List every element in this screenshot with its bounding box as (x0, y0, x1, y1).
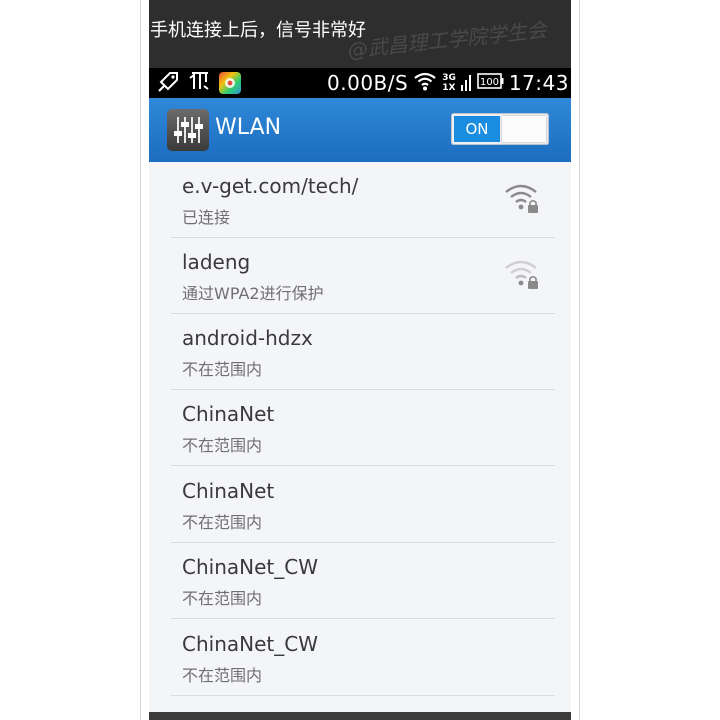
network-status: 通过WPA2进行保护 (182, 284, 324, 303)
network-item[interactable]: ladeng 通过WPA2进行保护 (171, 238, 555, 314)
network-item[interactable]: ChinaNet_CW 不在范围内 (171, 620, 555, 696)
network-item[interactable]: e.v-get.com/tech/ 已连接 (171, 162, 555, 238)
network-ssid: ChinaNet_CW (182, 632, 318, 656)
battery-icon: 100 (476, 72, 504, 94)
network-status: 不在范围内 (182, 436, 263, 455)
app-notification-icon (219, 72, 241, 94)
network-3g-label: 3G (442, 73, 456, 83)
settings-equalizer-icon[interactable] (167, 109, 209, 151)
caption-bar: 手机连接上后，信号非常好 @武昌理工学院学生会 (149, 0, 571, 68)
caption-text: 手机连接上后，信号非常好 (150, 20, 366, 41)
usb-debug-icon (188, 70, 212, 96)
wifi-signal-weak-lock-icon (503, 257, 541, 293)
network-list: e.v-get.com/tech/ 已连接 ladeng 通过WPA2进行保护 (149, 162, 571, 712)
toggle-on-label: ON (454, 116, 500, 142)
network-item[interactable]: ChinaNet_CW 不在范围内 (171, 543, 555, 619)
network-ssid: ChinaNet_CW (182, 555, 318, 579)
network-ssid: ChinaNet (182, 479, 275, 503)
network-ssid: android-hdzx (182, 326, 313, 350)
wifi-status-icon (413, 70, 437, 96)
network-status: 不在范围内 (182, 360, 263, 379)
status-bar-indicators: 0.00B/S 3G 1X 100 17:43 (327, 68, 569, 98)
watermark: @武昌理工学院学生会 (346, 17, 548, 63)
wlan-toggle[interactable]: ON (451, 113, 549, 145)
action-bar: WLAN ON (149, 98, 571, 162)
network-status: 不在范围内 (182, 513, 263, 532)
network-item[interactable]: ChinaNet 不在范围内 (171, 390, 555, 466)
network-status: 已连接 (182, 208, 231, 227)
page-title: WLAN (215, 115, 282, 140)
wifi-signal-lock-icon (503, 181, 541, 217)
network-ssid: e.v-get.com/tech/ (182, 174, 359, 198)
toggle-thumb[interactable] (502, 116, 546, 142)
mobile-network-indicator: 3G 1X (442, 73, 456, 93)
network-item[interactable]: android-hdzx 不在范围内 (171, 314, 555, 390)
network-status: 不在范围内 (182, 589, 263, 608)
status-bar-notifications (157, 71, 241, 95)
network-status: 不在范围内 (182, 666, 263, 685)
signal-bars-icon (460, 71, 471, 95)
tag-icon (157, 70, 181, 96)
battery-level: 100 (480, 77, 499, 88)
navigation-bar (149, 712, 571, 720)
network-ssid: ladeng (182, 250, 251, 274)
network-item[interactable]: ChinaNet 不在范围内 (171, 467, 555, 543)
network-speed: 0.00B/S (327, 71, 409, 95)
phone-screenshot: 手机连接上后，信号非常好 @武昌理工学院学生会 0.00B/S 3G 1X 10… (149, 0, 571, 720)
clock: 17:43 (508, 71, 569, 95)
network-1x-label: 1X (442, 83, 456, 93)
network-ssid: ChinaNet (182, 402, 275, 426)
status-bar: 0.00B/S 3G 1X 100 17:43 (149, 68, 571, 98)
